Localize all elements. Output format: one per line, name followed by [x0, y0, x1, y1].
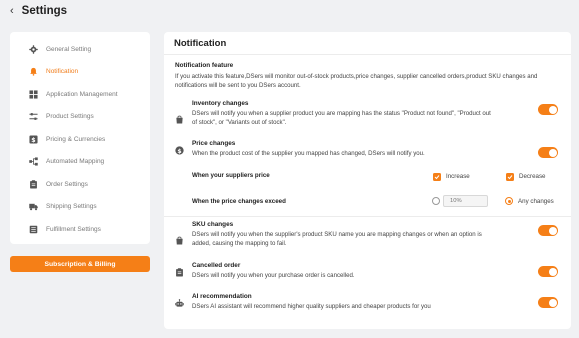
truck-icon	[29, 202, 38, 211]
divider	[164, 216, 571, 217]
sidebar-item-fulfillment-settings[interactable]: Fulfillment Settings	[10, 218, 150, 241]
sidebar-item-pricing-currencies[interactable]: $ Pricing & Currencies	[10, 128, 150, 151]
price-changes-toggle[interactable]	[538, 147, 558, 158]
bell-icon	[29, 67, 38, 76]
sidebar-item-label: Product Settings	[46, 113, 94, 121]
toggle-knob	[548, 148, 557, 157]
any-changes-radio[interactable]	[505, 197, 513, 205]
percent-radio[interactable]	[432, 197, 440, 205]
feature-heading: Notification feature	[175, 62, 234, 69]
sku-changes-title: SKU changes	[192, 221, 234, 228]
notification-panel: Notification Notification feature If you…	[164, 32, 571, 329]
cancelled-order-title: Cancelled order	[192, 262, 241, 269]
sidebar-item-label: Shipping Settings	[46, 203, 97, 211]
page-title: Settings	[21, 5, 68, 17]
increase-checkbox[interactable]	[433, 173, 441, 181]
sidebar-item-general-setting[interactable]: General Setting	[10, 38, 150, 61]
page-header: ‹ Settings	[10, 3, 67, 19]
increase-label: Increase	[446, 173, 470, 180]
bag-icon	[175, 111, 184, 124]
sidebar-item-label: Fulfillment Settings	[46, 225, 101, 233]
clipboard-icon	[175, 264, 184, 277]
sidebar-item-label: Order Settings	[46, 180, 88, 188]
settings-sidebar: General Setting Notification Application…	[10, 32, 150, 244]
sidebar-item-order-settings[interactable]: Order Settings	[10, 173, 150, 196]
list-icon	[29, 225, 38, 234]
any-changes-label: Any changes	[518, 198, 554, 205]
sidebar-item-notification[interactable]: Notification	[10, 61, 150, 84]
inventory-changes-toggle[interactable]	[538, 104, 558, 115]
sidebar-item-label: Pricing & Currencies	[46, 135, 106, 143]
bag-icon	[175, 232, 184, 245]
sidebar-item-application-management[interactable]: Application Management	[10, 83, 150, 106]
ai-recommendation-desc: DSers AI assistant will recommend higher…	[192, 303, 431, 310]
settings-window: ‹ Settings General Setting Notification …	[0, 0, 579, 338]
toggle-knob	[548, 298, 557, 307]
svg-text:$: $	[177, 148, 181, 155]
sidebar-item-label: General Setting	[46, 45, 92, 53]
sidebar-item-label: Notification	[46, 68, 79, 76]
clipboard-icon	[29, 180, 38, 189]
sidebar-item-label: Automated Mapping	[46, 158, 105, 166]
decrease-checkbox[interactable]	[506, 173, 514, 181]
toggle-knob	[548, 105, 557, 114]
back-icon[interactable]: ‹	[10, 5, 14, 17]
price-changes-title: Price changes	[192, 140, 236, 147]
sku-changes-toggle[interactable]	[538, 225, 558, 236]
sliders-icon	[29, 112, 38, 121]
supplier-price-label: When your suppliers price	[192, 172, 270, 179]
ai-recommendation-toggle[interactable]	[538, 297, 558, 308]
sidebar-item-shipping-settings[interactable]: Shipping Settings	[10, 196, 150, 219]
mapping-icon	[29, 157, 38, 166]
section-title: Notification	[174, 38, 227, 49]
svg-text:$: $	[31, 137, 35, 144]
sku-changes-desc: DSers will notify you when the supplier'…	[192, 231, 482, 247]
robot-icon	[175, 295, 184, 307]
inventory-changes-title: Inventory changes	[192, 100, 249, 107]
apps-icon	[29, 90, 38, 99]
sidebar-item-automated-mapping[interactable]: Automated Mapping	[10, 151, 150, 174]
price-changes-desc: When the product cost of the supplier yo…	[192, 150, 425, 157]
divider	[164, 54, 571, 55]
toggle-knob	[548, 267, 557, 276]
cancelled-order-desc: DSers will notify you when your purchase…	[192, 272, 355, 279]
inventory-changes-desc: DSers will notify you when a supplier pr…	[192, 110, 491, 126]
percent-input[interactable]	[443, 195, 488, 207]
cancelled-order-toggle[interactable]	[538, 266, 558, 277]
gear-icon	[29, 45, 38, 54]
feature-description: If you activate this feature,DSers will …	[175, 73, 538, 89]
subscription-billing-button[interactable]: Subscription & Billing	[10, 256, 150, 272]
ai-recommendation-title: AI recommendation	[192, 293, 252, 300]
price-exceed-label: When the price changes exceed	[192, 198, 286, 205]
dollar-icon: $	[29, 135, 38, 144]
sidebar-item-product-settings[interactable]: Product Settings	[10, 106, 150, 129]
decrease-label: Decrease	[519, 173, 546, 180]
toggle-knob	[548, 226, 557, 235]
sidebar-item-label: Application Management	[46, 90, 118, 98]
price-circle-icon: $	[175, 142, 184, 155]
